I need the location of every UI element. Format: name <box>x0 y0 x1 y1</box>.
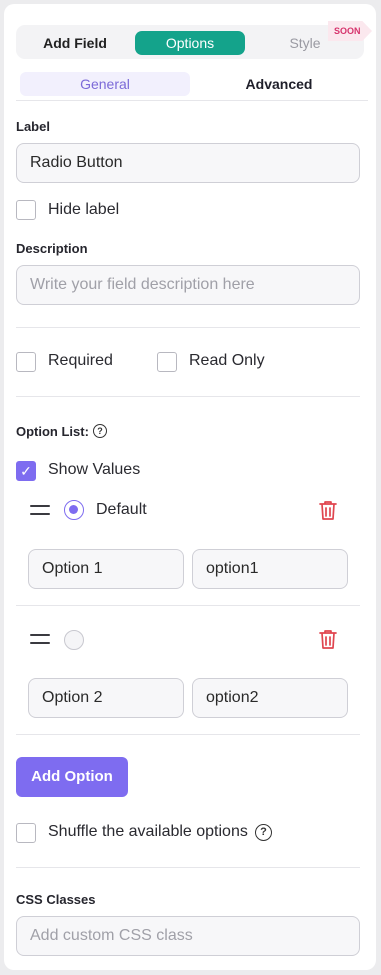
option-2-radio[interactable] <box>64 630 84 650</box>
shuffle-help-icon[interactable]: ? <box>255 824 272 841</box>
drag-handle-icon[interactable] <box>30 505 50 517</box>
trash-icon[interactable] <box>318 628 338 650</box>
section-divider <box>16 327 360 328</box>
option-default-label: Default <box>96 501 147 518</box>
description-input[interactable]: Write your field description here <box>16 265 360 305</box>
drag-handle-icon[interactable] <box>30 634 50 646</box>
label-input[interactable]: Radio Button <box>16 143 360 183</box>
tab-add-field[interactable]: Add Field <box>30 31 120 55</box>
css-classes-input[interactable]: Add custom CSS class <box>16 916 360 956</box>
add-option-button[interactable]: Add Option <box>16 757 128 797</box>
shuffle-text: Shuffle the available options <box>48 823 248 840</box>
subtab-advanced[interactable]: Advanced <box>196 72 362 96</box>
option-default-radio[interactable] <box>64 500 84 520</box>
option-list-label: Option List: <box>16 424 89 439</box>
subtab-divider <box>16 100 368 101</box>
label-field-label: Label <box>16 119 50 134</box>
css-classes-label: CSS Classes <box>16 892 96 907</box>
required-text: Required <box>48 352 113 369</box>
section-divider <box>16 867 360 868</box>
read-only-text: Read Only <box>189 352 265 369</box>
option-divider <box>16 605 360 606</box>
option-list-help-icon[interactable]: ? <box>93 424 107 438</box>
hide-label-text: Hide label <box>48 201 120 218</box>
option-divider <box>16 734 360 735</box>
shuffle-checkbox[interactable] <box>16 823 36 843</box>
description-label: Description <box>16 241 88 256</box>
trash-icon[interactable] <box>318 499 338 521</box>
subtab-general[interactable]: General <box>20 72 190 96</box>
option-2-label-input[interactable]: Option 2 <box>28 678 184 718</box>
option-1-value-input[interactable]: option1 <box>192 549 348 589</box>
show-values-checkbox[interactable]: ✓ <box>16 461 36 481</box>
required-checkbox[interactable] <box>16 352 36 372</box>
section-divider <box>16 396 360 397</box>
tab-options[interactable]: Options <box>135 31 245 55</box>
read-only-checkbox[interactable] <box>157 352 177 372</box>
hide-label-checkbox[interactable] <box>16 200 36 220</box>
show-values-text: Show Values <box>48 461 141 478</box>
option-1-label-input[interactable]: Option 1 <box>28 549 184 589</box>
option-2-value-input[interactable]: option2 <box>192 678 348 718</box>
